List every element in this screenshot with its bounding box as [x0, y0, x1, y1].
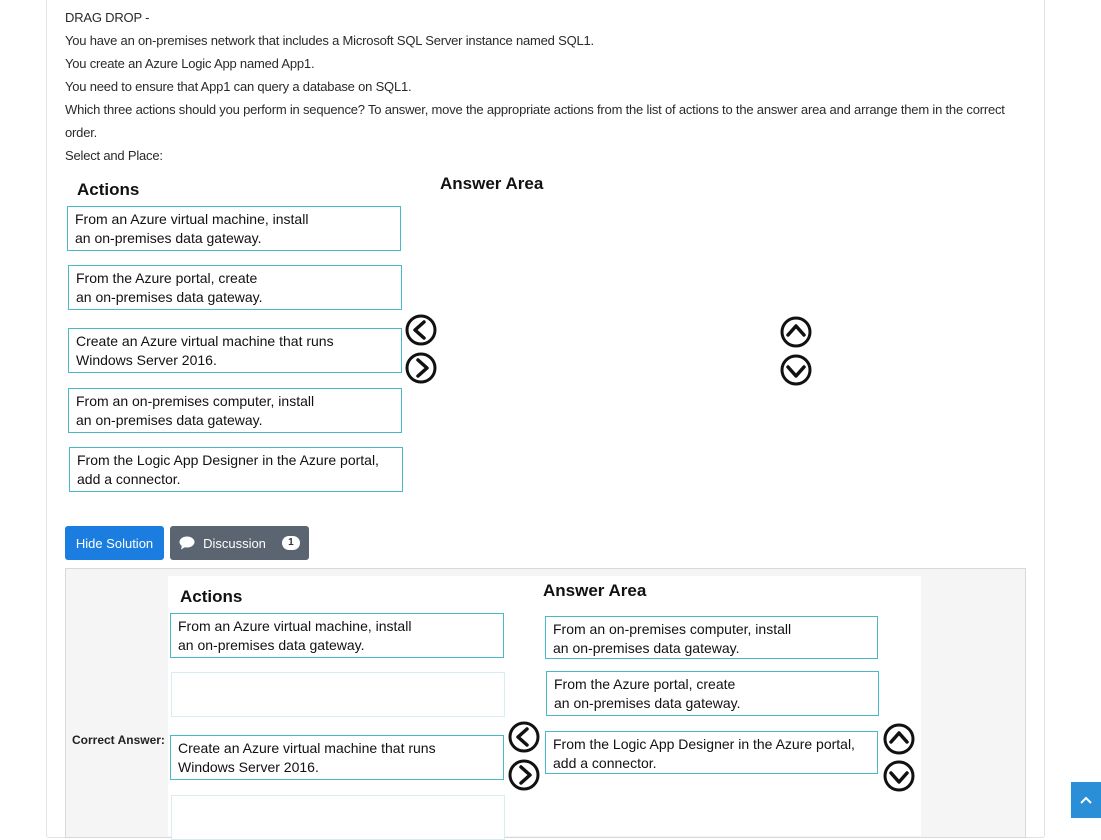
answer-text: From the Azure portal, create an on-prem… [554, 676, 741, 711]
empty-action-slot [171, 795, 505, 840]
answer-box: From an on-premises computer, install an… [545, 616, 878, 659]
action-box: From the Logic App Designer in the Azure… [69, 447, 403, 492]
answer-area-title: Answer Area [440, 174, 544, 193]
empty-action-slot [171, 672, 505, 717]
action-text: From an Azure virtual machine, install a… [75, 211, 309, 246]
action-text: Create an Azure virtual machine that run… [178, 740, 436, 775]
chevron-up-icon [1080, 796, 1092, 804]
actions-title: Actions [77, 180, 140, 199]
question-line-2: You create an Azure Logic App named App1… [65, 56, 315, 71]
solution-actions-title: Actions [180, 587, 243, 606]
chevron-right-circle-icon [508, 759, 540, 791]
question-line-3: You need to ensure that App1 can query a… [65, 79, 412, 94]
question-line-4: Which three actions should you perform i… [65, 102, 1005, 140]
action-text: From the Azure portal, create an on-prem… [76, 270, 263, 305]
chevron-down-circle-icon [780, 354, 812, 386]
comment-icon [179, 536, 195, 550]
chevron-left-circle-icon [508, 721, 540, 753]
action-box: Create an Azure virtual machine that run… [68, 328, 402, 373]
answer-text: From the Logic App Designer in the Azure… [553, 736, 855, 771]
action-box: From an on-premises computer, install an… [68, 388, 402, 433]
question-line-1: You have an on-premises network that inc… [65, 33, 594, 48]
chevron-down-circle-icon [883, 760, 915, 792]
question-line-5: Select and Place: [65, 148, 163, 163]
action-box: From an Azure virtual machine, install a… [67, 206, 401, 251]
action-text: From an on-premises computer, install an… [76, 393, 315, 428]
scroll-to-top-button[interactable] [1071, 782, 1101, 818]
discussion-count-badge: 1 [281, 536, 300, 550]
answer-text: From an on-premises computer, install an… [553, 621, 792, 656]
action-box: From the Azure portal, create an on-prem… [68, 265, 402, 310]
action-text: Create an Azure virtual machine that run… [76, 333, 334, 368]
hide-solution-label: Hide Solution [75, 535, 154, 551]
question-type: DRAG DROP - [65, 10, 150, 25]
action-box: Create an Azure virtual machine that run… [170, 735, 504, 780]
action-text: From the Logic App Designer in the Azure… [77, 452, 379, 487]
chevron-up-circle-icon [780, 316, 812, 348]
chevron-left-circle-icon [405, 314, 437, 346]
discussion-label: Discussion [203, 535, 266, 551]
solution-answer-title: Answer Area [543, 581, 647, 600]
chevron-up-circle-icon [883, 723, 915, 755]
hide-solution-button[interactable]: Hide Solution [65, 526, 164, 560]
action-text: From an Azure virtual machine, install a… [178, 618, 412, 653]
correct-answer-label: Correct Answer: [72, 733, 165, 747]
action-box: From an Azure virtual machine, install a… [170, 613, 504, 658]
answer-box: From the Azure portal, create an on-prem… [546, 671, 879, 716]
discussion-button[interactable]: Discussion 1 [170, 526, 309, 560]
chevron-right-circle-icon [405, 352, 437, 384]
answer-box: From the Logic App Designer in the Azure… [545, 731, 878, 774]
